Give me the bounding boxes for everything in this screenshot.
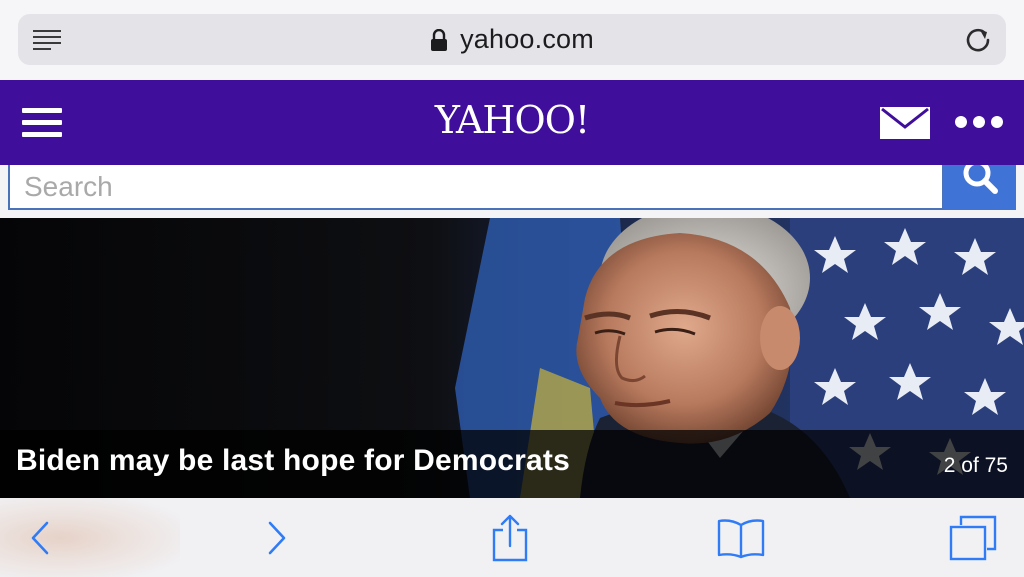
bookmarks-button[interactable] (711, 498, 771, 577)
site-header: YAHOO! (0, 80, 1024, 165)
back-button[interactable] (10, 498, 70, 577)
lock-icon (431, 28, 448, 51)
search-button[interactable] (943, 165, 1016, 210)
tabs-button[interactable] (943, 498, 1003, 577)
screen: yahoo.com YAHOO! Search Biden may be las… (0, 0, 1024, 577)
forward-button[interactable] (247, 498, 307, 577)
reload-icon[interactable] (964, 25, 992, 53)
url-text[interactable]: yahoo.com (460, 24, 594, 55)
share-button[interactable] (480, 498, 540, 577)
address-bar[interactable]: yahoo.com (18, 14, 1006, 65)
hero-caption: Biden may be last hope for Democrats 2 o… (0, 430, 1024, 498)
yahoo-logo[interactable]: YAHOO! (0, 98, 1024, 142)
forward-icon (268, 521, 286, 554)
slide-counter: 2 of 75 (943, 454, 1008, 477)
search-input[interactable] (8, 165, 944, 210)
bookmarks-icon (717, 518, 765, 558)
hero-headline[interactable]: Biden may be last hope for Democrats (16, 444, 570, 478)
mail-icon[interactable] (880, 107, 930, 139)
tabs-icon (949, 515, 997, 560)
search-bar (0, 165, 1024, 217)
share-icon (492, 514, 528, 561)
browser-toolbar (0, 498, 1024, 577)
browser-top-bar: yahoo.com (0, 0, 1024, 80)
hero-story[interactable]: Biden may be last hope for Democrats 2 o… (0, 218, 1024, 498)
search-icon (963, 165, 998, 194)
back-icon (31, 521, 49, 554)
more-dots-icon[interactable] (955, 115, 1003, 129)
